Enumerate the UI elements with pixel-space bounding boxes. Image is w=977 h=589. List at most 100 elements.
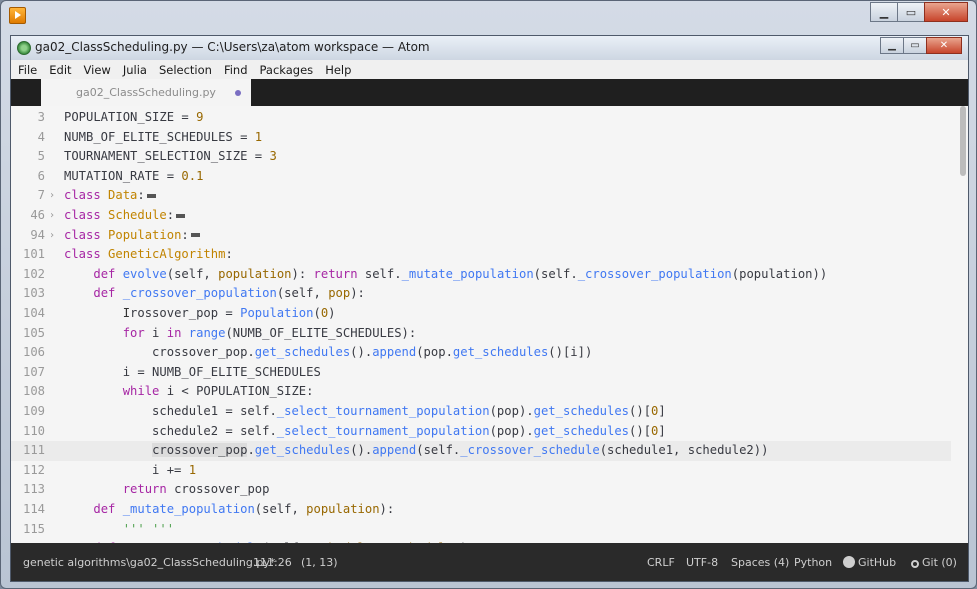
status-github[interactable]: GitHub — [843, 556, 896, 569]
menu-bar: File Edit View Julia Selection Find Pack… — [11, 60, 968, 80]
line-number[interactable]: 94 — [11, 226, 45, 246]
code-text[interactable]: while i < POPULATION_SIZE: — [64, 382, 314, 402]
tab-ga02-classscheduling[interactable]: ga02_ClassScheduling.py — [41, 79, 251, 106]
menu-find[interactable]: Find — [219, 63, 253, 77]
code-line[interactable]: 4 NUMB_OF_ELITE_SCHEDULES = 1 — [11, 128, 951, 148]
code-text[interactable]: MUTATION_RATE = 0.1 — [64, 167, 203, 187]
code-text[interactable]: def _crossover_population(self, pop): — [64, 284, 365, 304]
code-text[interactable]: def evolve(self, population): return sel… — [64, 265, 827, 285]
line-number[interactable]: 108 — [11, 382, 45, 402]
menu-help[interactable]: Help — [320, 63, 356, 77]
line-number[interactable]: 46 — [11, 206, 45, 226]
line-number[interactable]: 112 — [11, 461, 45, 481]
minimize-icon[interactable]: ▁ — [880, 37, 904, 54]
fold-chevron-icon[interactable]: › — [49, 186, 55, 206]
code-text[interactable]: return crossover_pop — [64, 480, 270, 500]
code-line[interactable]: 114 def _mutate_population(self, populat… — [11, 500, 951, 520]
line-number[interactable]: 103 — [11, 284, 45, 304]
code-line[interactable]: 107 i = NUMB_OF_ELITE_SCHEDULES — [11, 363, 951, 383]
line-number[interactable]: 6 — [11, 167, 45, 187]
status-grammar[interactable]: Python — [794, 556, 832, 569]
code-line[interactable]: 112 i += 1 — [11, 461, 951, 481]
code-text[interactable]: class GeneticAlgorithm: — [64, 245, 233, 265]
maximize-icon[interactable]: ▭ — [903, 37, 927, 54]
minimize-icon[interactable]: ▁ — [870, 2, 898, 22]
editor-scrollbar[interactable] — [960, 106, 966, 176]
menu-packages[interactable]: Packages — [255, 63, 319, 77]
line-number[interactable]: 113 — [11, 480, 45, 500]
code-line[interactable]: 101 class GeneticAlgorithm: — [11, 245, 951, 265]
line-number[interactable]: 115 — [11, 520, 45, 540]
code-text[interactable]: NUMB_OF_ELITE_SCHEDULES = 1 — [64, 128, 262, 148]
line-number[interactable]: 109 — [11, 402, 45, 422]
code-line[interactable]: 6 MUTATION_RATE = 0.1 — [11, 167, 951, 187]
menu-selection[interactable]: Selection — [154, 63, 217, 77]
code-text[interactable]: i = NUMB_OF_ELITE_SCHEDULES — [64, 363, 321, 383]
line-number[interactable]: 105 — [11, 324, 45, 344]
code-line[interactable]: 109 schedule1 = self._select_tournament_… — [11, 402, 951, 422]
line-number[interactable]: 104 — [11, 304, 45, 324]
code-text[interactable]: POPULATION_SIZE = 9 — [64, 108, 203, 128]
line-number[interactable]: 4 — [11, 128, 45, 148]
code-line[interactable]: 7 › class Data: — [11, 186, 951, 206]
github-icon — [843, 556, 855, 568]
close-icon[interactable]: ✕ — [924, 2, 968, 22]
fold-chevron-icon[interactable]: › — [49, 226, 55, 246]
player-app-icon — [9, 7, 26, 24]
code-line[interactable]: 105 for i in range(NUMB_OF_ELITE_SCHEDUL… — [11, 324, 951, 344]
code-line[interactable]: 103 def _crossover_population(self, pop)… — [11, 284, 951, 304]
code-line[interactable]: 106 crossover_pop.get_schedules().append… — [11, 343, 951, 363]
menu-edit[interactable]: Edit — [44, 63, 76, 77]
code-text[interactable]: def _mutate_population(self, population)… — [64, 500, 394, 520]
code-text[interactable]: i += 1 — [64, 461, 196, 481]
line-number[interactable]: 110 — [11, 422, 45, 442]
code-text[interactable]: schedule2 = self._select_tournament_popu… — [64, 422, 666, 442]
code-text[interactable]: Irossover_pop = Population(0) — [64, 304, 336, 324]
code-line[interactable]: 5 TOURNAMENT_SELECTION_SIZE = 3 — [11, 147, 951, 167]
code-line[interactable]: 3 POPULATION_SIZE = 9 — [11, 108, 951, 128]
fold-chevron-icon[interactable]: › — [49, 206, 55, 226]
menu-julia[interactable]: Julia — [118, 63, 152, 77]
line-number[interactable]: 5 — [11, 147, 45, 167]
status-selection-count[interactable]: (1, 13) — [301, 556, 338, 569]
code-text[interactable]: class Population: — [64, 226, 200, 246]
line-number[interactable]: 7 — [11, 186, 45, 206]
status-cursor-position[interactable]: 111:26 — [253, 556, 292, 569]
maximize-icon[interactable]: ▭ — [897, 2, 925, 22]
code-text[interactable]: TOURNAMENT_SELECTION_SIZE = 3 — [64, 147, 277, 167]
code-text[interactable]: class Data: — [64, 186, 156, 206]
code-text[interactable]: for i in range(NUMB_OF_ELITE_SCHEDULES): — [64, 324, 417, 344]
code-line[interactable]: 115 ''' ''' — [11, 520, 951, 540]
modified-indicator-icon[interactable] — [235, 90, 241, 96]
status-indentation[interactable]: Spaces (4) — [731, 556, 789, 569]
code-line[interactable]: 110 schedule2 = self._select_tournament_… — [11, 422, 951, 442]
code-text[interactable]: schedule1 = self._select_tournament_popu… — [64, 402, 666, 422]
code-line[interactable]: 102 def evolve(self, population): return… — [11, 265, 951, 285]
code-editor[interactable]: 3 POPULATION_SIZE = 9 4 NUMB_OF_ELITE_SCHED… — [11, 106, 968, 543]
code-line[interactable]: 94 › class Population: — [11, 226, 951, 246]
code-text[interactable]: class Schedule: — [64, 206, 186, 226]
menu-file[interactable]: File — [13, 63, 42, 77]
line-number[interactable]: 114 — [11, 500, 45, 520]
line-number[interactable]: 111 — [11, 441, 45, 461]
atom-titlebar: ga02_ClassScheduling.py — C:\Users\za\at… — [11, 36, 968, 60]
code-line[interactable]: 113 return crossover_pop — [11, 480, 951, 500]
line-number[interactable]: 106 — [11, 343, 45, 363]
status-line-ending[interactable]: CRLF — [647, 556, 675, 569]
close-icon[interactable]: ✕ — [926, 37, 962, 54]
status-git[interactable]: Git (0) — [911, 556, 957, 569]
code-line[interactable]: 46 › class Schedule: — [11, 206, 951, 226]
code-line[interactable]: 104 Irossover_pop = Population(0) — [11, 304, 951, 324]
line-number[interactable]: 101 — [11, 245, 45, 265]
code-text[interactable]: crossover_pop.get_schedules().append(pop… — [64, 343, 592, 363]
status-file-path[interactable]: genetic algorithms\ga02_ClassScheduling.… — [23, 556, 275, 569]
line-number[interactable]: 102 — [11, 265, 45, 285]
line-number[interactable]: 3 — [11, 108, 45, 128]
code-text[interactable]: ''' ''' — [64, 520, 174, 540]
status-encoding[interactable]: UTF-8 — [686, 556, 718, 569]
code-text[interactable]: crossover_pop.get_schedules().append(sel… — [64, 441, 768, 461]
menu-view[interactable]: View — [79, 63, 116, 77]
code-line[interactable]: 111 crossover_pop.get_schedules().append… — [11, 441, 951, 461]
code-line[interactable]: 108 while i < POPULATION_SIZE: — [11, 382, 951, 402]
line-number[interactable]: 107 — [11, 363, 45, 383]
